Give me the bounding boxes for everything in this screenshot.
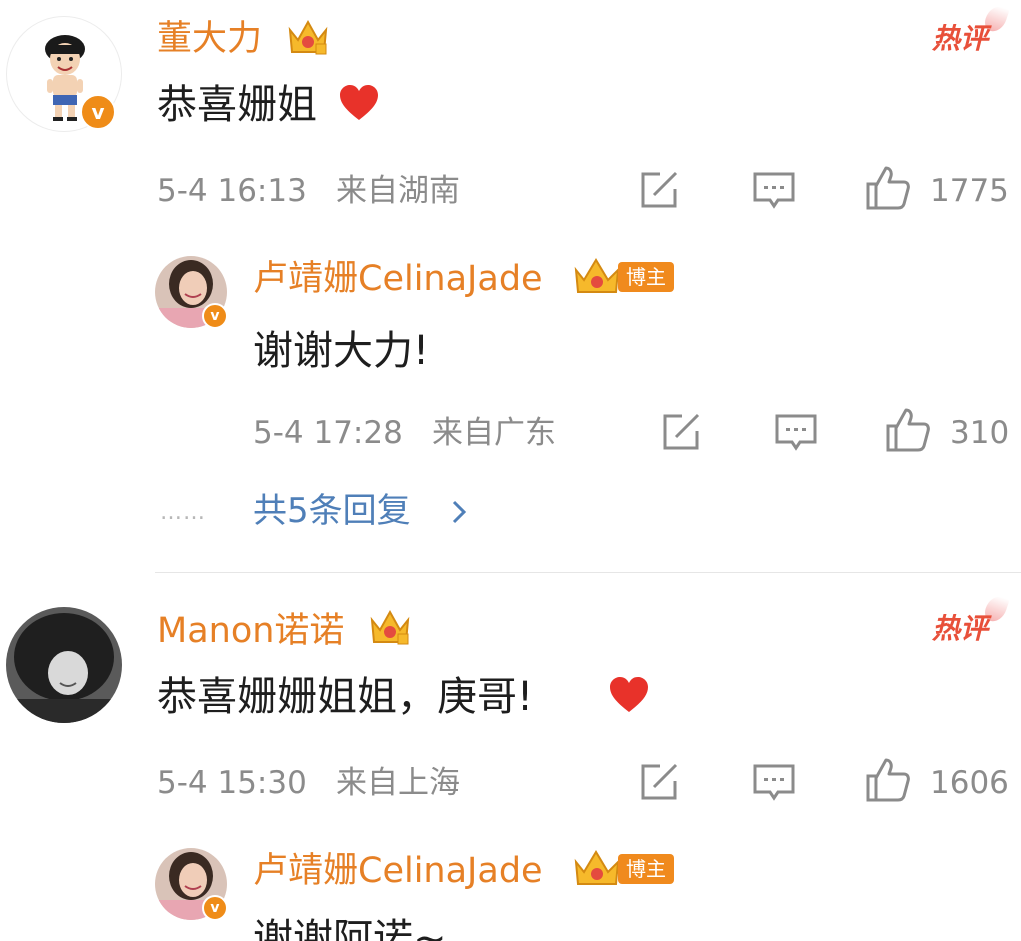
verified-badge-icon: v xyxy=(80,94,116,130)
hot-comment-label: 热评 xyxy=(932,612,989,645)
comment-icon[interactable] xyxy=(774,412,818,454)
thumbs-up-icon[interactable] xyxy=(864,756,912,804)
comment-feed: v 董大力 热评 恭喜姗姐 5-4 16:13 来自湖南 1775 v 卢靖姗C… xyxy=(0,0,1021,941)
reply-author[interactable]: 卢靖姗CelinaJade xyxy=(253,850,543,892)
comment-author[interactable]: Manon诺诺 xyxy=(157,610,344,652)
heart-icon xyxy=(340,85,378,120)
comment-time: 5-4 16:13 xyxy=(157,173,307,209)
chevron-right-icon[interactable] xyxy=(448,498,470,526)
thumbs-up-icon[interactable] xyxy=(884,406,932,454)
reply-location: 来自广东 xyxy=(432,415,556,451)
reply-time: 5-4 17:28 xyxy=(253,415,403,451)
crown-icon xyxy=(288,19,328,55)
reply-text: 谢谢阿诺~ xyxy=(253,916,447,941)
like-count: 310 xyxy=(950,415,1010,451)
comment-divider xyxy=(155,572,1021,573)
heart-icon xyxy=(610,677,648,712)
like-count: 1775 xyxy=(930,173,1009,209)
like-count: 1606 xyxy=(930,765,1009,801)
thumbs-up-icon[interactable] xyxy=(864,164,912,212)
blogger-badge: 博主 xyxy=(618,262,674,292)
verified-badge-icon: v xyxy=(202,895,228,921)
repost-icon[interactable] xyxy=(660,412,702,452)
comment-text: 恭喜姗姗姐姐，庚哥! xyxy=(157,674,534,720)
crown-icon xyxy=(574,258,620,293)
crown-icon xyxy=(370,609,410,645)
repost-icon[interactable] xyxy=(638,762,680,802)
crown-icon xyxy=(574,850,620,885)
comment-text: 恭喜姗姐 xyxy=(157,82,317,128)
repost-icon[interactable] xyxy=(638,170,680,210)
avatar[interactable] xyxy=(6,607,122,723)
blogger-badge: 博主 xyxy=(618,854,674,884)
comment-icon[interactable] xyxy=(752,170,796,212)
verified-badge-icon: v xyxy=(202,303,228,329)
comment-icon[interactable] xyxy=(752,762,796,804)
comment-location: 来自上海 xyxy=(336,765,460,801)
more-replies-link[interactable]: 共5条回复 xyxy=(253,490,411,532)
reply-text: 谢谢大力! xyxy=(253,328,430,374)
reply-author[interactable]: 卢靖姗CelinaJade xyxy=(253,258,543,300)
comment-location: 来自湖南 xyxy=(336,173,460,209)
hot-comment-label: 热评 xyxy=(932,22,989,55)
photo-avatar-image xyxy=(6,607,122,723)
more-replies-dots: …… xyxy=(160,500,206,525)
comment-time: 5-4 15:30 xyxy=(157,765,307,801)
comment-author[interactable]: 董大力 xyxy=(157,18,262,60)
